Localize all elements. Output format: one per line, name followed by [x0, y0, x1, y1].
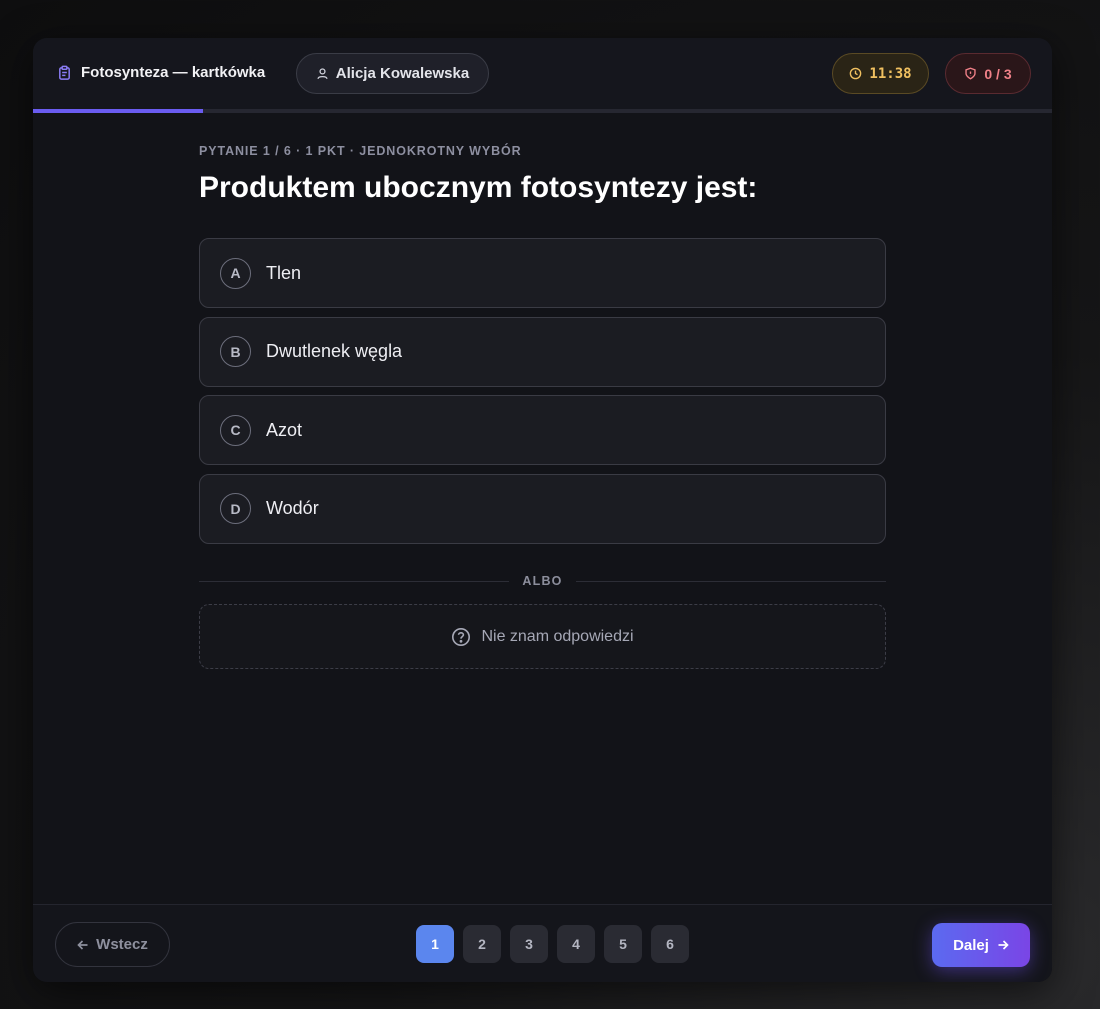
- option-letter: D: [220, 493, 251, 524]
- page-button-1[interactable]: 1: [416, 925, 454, 963]
- back-button[interactable]: Wstecz: [55, 922, 170, 967]
- progress-fill: [33, 109, 203, 113]
- question-text: Produktem ubocznym fotosyntezy jest:: [199, 171, 758, 204]
- divider-line: [199, 580, 510, 582]
- page-button-3[interactable]: 3: [510, 925, 548, 963]
- option-label: Wodór: [266, 498, 319, 518]
- clock-icon: [850, 67, 862, 80]
- divider-line: [575, 580, 886, 582]
- progress-bar: [33, 109, 1052, 113]
- option-label: Tlen: [266, 262, 302, 283]
- question-meta: PYTANIE 1 / 6 · 1 PKT · JEDNOKROTNY WYBÓ…: [199, 144, 522, 158]
- quiz-title: Fotosynteza — kartkówka: [57, 64, 265, 81]
- shield-icon: [965, 67, 977, 80]
- or-divider: ALBO: [199, 571, 886, 591]
- option-letter: C: [220, 414, 251, 446]
- divider-text: ALBO: [522, 574, 563, 588]
- clipboard-icon: [59, 65, 70, 80]
- page-button-2[interactable]: 2: [463, 925, 501, 963]
- option-letter: B: [220, 336, 251, 367]
- timer-chip: 11:38: [832, 53, 929, 94]
- quiz-header: Fotosynteza — kartkówka Alicja Kowalewsk…: [33, 38, 1052, 110]
- page-button-4[interactable]: 4: [557, 925, 595, 963]
- violations-chip: 0 / 3: [945, 53, 1031, 94]
- answer-option-d[interactable]: D Wodór: [199, 473, 886, 544]
- page-button-5[interactable]: 5: [604, 925, 642, 963]
- option-label: Dwutlenek węgla: [266, 341, 403, 361]
- user-icon: [317, 68, 328, 80]
- violations-value: 0 / 3: [984, 65, 1012, 82]
- quiz-footer: Wstecz 1 2 3 4 5 6 Dalej: [33, 904, 1052, 982]
- answer-options: A Tlen B Dwutlenek węgla C Azot D Wodór: [199, 238, 886, 552]
- arrow-left-icon: [77, 939, 88, 950]
- quiz-window: Fotosynteza — kartkówka Alicja Kowalewsk…: [33, 38, 1052, 982]
- arrow-right-icon: [998, 940, 1009, 950]
- answer-option-c[interactable]: C Azot: [199, 395, 886, 465]
- question-circle-icon: [452, 627, 471, 646]
- dont-know-label: Nie znam odpowiedzi: [481, 627, 634, 645]
- dont-know-button[interactable]: Nie znam odpowiedzi: [199, 604, 886, 669]
- back-label: Wstecz: [96, 936, 148, 953]
- timer-value: 11:38: [869, 65, 912, 82]
- answer-option-b[interactable]: B Dwutlenek węgla: [199, 316, 886, 387]
- student-chip: Alicja Kowalewska: [296, 53, 489, 94]
- option-label: Azot: [266, 419, 303, 440]
- answer-option-a[interactable]: A Tlen: [199, 238, 886, 308]
- next-button[interactable]: Dalej: [932, 923, 1030, 967]
- option-letter: A: [220, 257, 251, 289]
- question-pagination: 1 2 3 4 5 6: [416, 925, 689, 963]
- student-name: Alicja Kowalewska: [335, 65, 470, 82]
- quiz-title-text: Fotosynteza — kartkówka: [81, 64, 266, 81]
- next-label: Dalej: [953, 936, 989, 954]
- page-button-6[interactable]: 6: [651, 925, 689, 963]
